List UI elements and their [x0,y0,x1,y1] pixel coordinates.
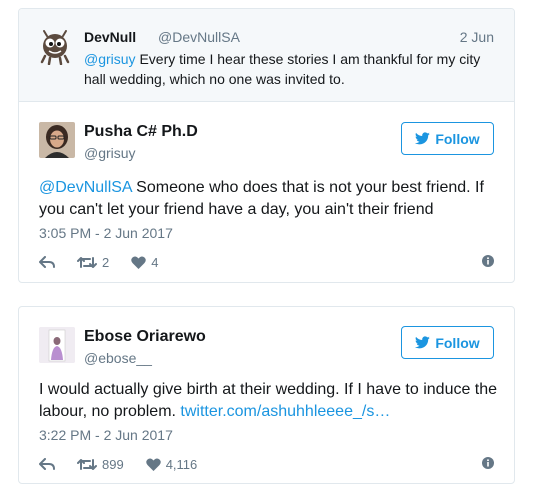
reply-icon [39,255,55,268]
reply-icon [39,457,55,470]
retweet-icon [77,256,97,268]
ebose-avatar[interactable] [39,327,75,363]
twitter-bird-icon [415,132,431,145]
pusha-avatar[interactable] [39,122,75,158]
tweet-card-2: Ebose Oriarewo @ebose__ Follow I would a… [18,306,515,484]
tweet-mention[interactable]: @DevNullSA [39,179,132,196]
tweet-timestamp[interactable]: 3:05 PM - 2 Jun 2017 [39,225,173,241]
info-button[interactable] [482,456,494,474]
tweet-text: I would actually give birth at their wed… [39,379,499,423]
follow-label: Follow [435,130,480,147]
follow-button[interactable]: Follow [401,122,494,155]
tweet-actions: 2 4 [39,253,494,271]
like-button[interactable]: 4,116 [145,456,198,472]
reply-context-date[interactable]: 2 Jun [460,29,494,45]
twitter-bird-icon [415,336,431,349]
author-name[interactable]: Pusha C# Ph.D [84,123,198,141]
retweet-count: 2 [102,254,110,270]
tweet-card-1: DevNull @DevNullSA 2 Jun @grisuy Every t… [18,8,515,283]
reply-context-mention[interactable]: @grisuy [84,51,136,67]
retweet-button[interactable]: 2 [77,255,109,270]
author-name[interactable]: Ebose Oriarewo [84,328,206,346]
author-handle[interactable]: @grisuy [84,145,136,161]
info-icon [482,457,494,469]
reply-context-body: Every time I hear these stories I am tha… [84,51,481,87]
author-handle[interactable]: @ebose__ [84,350,152,366]
retweet-count: 899 [102,456,124,472]
like-icon [145,457,161,471]
like-icon [131,255,146,269]
reply-context-text: @grisuy Every time I hear these stories … [84,49,494,89]
reply-button[interactable] [39,255,55,269]
tweet-text: @DevNullSA Someone who does that is not … [39,177,499,221]
tweet-timestamp[interactable]: 3:22 PM - 2 Jun 2017 [39,427,173,443]
info-button[interactable] [482,254,494,272]
retweet-icon [77,458,97,470]
reply-context: DevNull @DevNullSA 2 Jun @grisuy Every t… [19,9,514,102]
tweet-actions: 899 4,116 [39,455,494,473]
reply-context-name[interactable]: DevNull [84,29,136,45]
follow-button[interactable]: Follow [401,326,494,359]
retweet-button[interactable]: 899 [77,457,124,472]
info-icon [482,255,494,267]
like-count: 4,116 [165,456,198,472]
like-count: 4 [151,254,159,270]
follow-label: Follow [435,334,480,351]
devnull-avatar[interactable] [37,29,73,66]
reply-context-handle[interactable]: @DevNullSA [158,29,240,45]
reply-button[interactable] [39,457,55,471]
like-button[interactable]: 4 [131,255,158,270]
tweet-link[interactable]: twitter.com/ashuhhleeee_/s… [180,403,390,420]
